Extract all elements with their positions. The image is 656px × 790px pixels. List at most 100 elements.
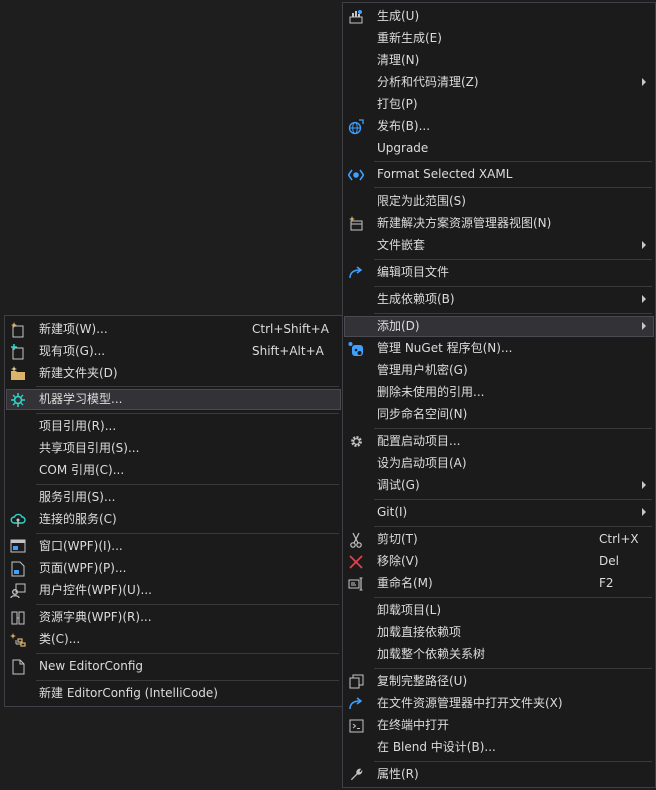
menu-separator (374, 668, 652, 669)
menu-item-remove[interactable]: 移除(V) Del (344, 551, 654, 572)
submenu-item-new-folder[interactable]: 新建文件夹(D) (6, 363, 341, 384)
menu-separator (36, 413, 339, 414)
menu-item-set-startup[interactable]: 设为启动项目(A) (344, 453, 654, 474)
menu-item-label: 加载直接依赖项 (377, 625, 462, 639)
publish-globe-icon (347, 118, 365, 135)
menu-item-publish[interactable]: 发布(B)... (344, 116, 654, 137)
menu-separator (36, 653, 339, 654)
format-xaml-icon (347, 166, 365, 183)
menu-item-load-dependency-tree[interactable]: 加载整个依赖关系树 (344, 644, 654, 665)
new-item-icon (9, 321, 27, 338)
menu-item-clean[interactable]: 清理(N) (344, 50, 654, 71)
submenu-item-class[interactable]: 类(C)... (6, 629, 341, 650)
menu-item-design-in-blend[interactable]: 在 Blend 中设计(B)... (344, 737, 654, 758)
menu-item-label: 新建文件夹(D) (39, 366, 118, 380)
submenu-item-new-item[interactable]: 新建项(W)... Ctrl+Shift+A (6, 319, 341, 340)
menu-item-label: 新建 EditorConfig (IntelliCode) (39, 686, 218, 700)
menu-item-label: 清理(N) (377, 53, 420, 67)
menu-item-label: 文件嵌套 (377, 238, 426, 252)
menu-item-analyze-cleanup[interactable]: 分析和代码清理(Z) (344, 72, 654, 93)
submenu-item-connected-service[interactable]: 连接的服务(C) (6, 509, 341, 530)
menu-item-cut[interactable]: 剪切(T) Ctrl+X (344, 529, 654, 550)
menu-item-upgrade[interactable]: Upgrade (344, 138, 654, 159)
menu-item-git[interactable]: Git(I) (344, 502, 654, 523)
menu-item-debug[interactable]: 调试(G) (344, 475, 654, 496)
menu-item-unload-project[interactable]: 卸载项目(L) (344, 600, 654, 621)
menu-item-open-in-explorer[interactable]: 在文件资源管理器中打开文件夹(X) (344, 693, 654, 714)
menu-item-label: 资源字典(WPF)(R)... (39, 610, 152, 624)
menu-item-open-in-terminal[interactable]: 在终端中打开 (344, 715, 654, 736)
menu-item-scope-to-this[interactable]: 限定为此范围(S) (344, 191, 654, 212)
menu-item-label: COM 引用(C)... (39, 463, 125, 477)
editorconfig-file-icon (9, 658, 27, 675)
menu-item-label: 移除(V) (377, 554, 419, 568)
menu-item-edit-project-file[interactable]: 编辑项目文件 (344, 262, 654, 283)
submenu-item-shared-project-reference[interactable]: 共享项目引用(S)... (6, 438, 341, 459)
menu-item-file-nesting[interactable]: 文件嵌套 (344, 235, 654, 256)
menu-item-rename[interactable]: 重命名(M) F2 (344, 573, 654, 594)
remove-x-icon (347, 553, 365, 570)
shortcut-text: Ctrl+Shift+A (252, 322, 329, 336)
menu-item-label: 连接的服务(C) (39, 512, 117, 526)
menu-item-label: 窗口(WPF)(I)... (39, 539, 123, 553)
submenu-item-new-editorconfig-intellicode[interactable]: 新建 EditorConfig (IntelliCode) (6, 683, 341, 704)
submenu-item-wpf-window[interactable]: 窗口(WPF)(I)... (6, 536, 341, 557)
menu-item-label: 属性(R) (377, 767, 419, 781)
menu-item-remove-unused-references[interactable]: 删除未使用的引用... (344, 382, 654, 403)
submenu-arrow-icon (642, 78, 646, 86)
menu-separator (374, 761, 652, 762)
menu-item-label: 在文件资源管理器中打开文件夹(X) (377, 696, 563, 710)
menu-item-label: 卸载项目(L) (377, 603, 442, 617)
menu-separator (36, 386, 339, 387)
submenu-arrow-icon (642, 508, 646, 516)
menu-item-label: 发布(B)... (377, 119, 431, 133)
gear-icon (347, 433, 365, 450)
menu-item-pack[interactable]: 打包(P) (344, 94, 654, 115)
menu-item-add[interactable]: 添加(D) (344, 316, 654, 337)
menu-item-label: 重新生成(E) (377, 31, 442, 45)
menu-item-copy-full-path[interactable]: 复制完整路径(U) (344, 671, 654, 692)
new-folder-icon (9, 365, 27, 382)
add-submenu: 新建项(W)... Ctrl+Shift+A 现有项(G)... Shift+A… (4, 315, 343, 707)
submenu-arrow-icon (642, 322, 646, 330)
menu-item-build-dependencies[interactable]: 生成依赖项(B) (344, 289, 654, 310)
shortcut-text: Ctrl+X (599, 532, 639, 546)
menu-item-new-solution-view[interactable]: 新建解决方案资源管理器视图(N) (344, 213, 654, 234)
menu-separator (374, 286, 652, 287)
submenu-item-project-reference[interactable]: 项目引用(R)... (6, 416, 341, 437)
menu-item-format-xaml[interactable]: Format Selected XAML (344, 164, 654, 185)
menu-item-label: 打包(P) (377, 97, 418, 111)
menu-item-label: 加载整个依赖关系树 (377, 647, 486, 661)
menu-item-label: Format Selected XAML (377, 167, 513, 181)
menu-item-manage-user-secrets[interactable]: 管理用户机密(G) (344, 360, 654, 381)
menu-item-rebuild[interactable]: 重新生成(E) (344, 28, 654, 49)
menu-item-manage-nuget[interactable]: 管理 NuGet 程序包(N)... (344, 338, 654, 359)
ml-model-icon (9, 391, 27, 408)
menu-item-load-direct-dependencies[interactable]: 加载直接依赖项 (344, 622, 654, 643)
submenu-arrow-icon (642, 295, 646, 303)
copy-icon (347, 673, 365, 690)
menu-item-properties[interactable]: 属性(R) (344, 764, 654, 785)
edit-redo-icon (347, 264, 365, 281)
submenu-item-new-editorconfig[interactable]: New EditorConfig (6, 656, 341, 677)
rename-icon (347, 575, 365, 592)
submenu-item-wpf-user-control[interactable]: 用户控件(WPF)(U)... (6, 580, 341, 601)
new-view-icon (347, 215, 365, 232)
menu-item-label: Upgrade (377, 141, 429, 155)
menu-item-label: 页面(WPF)(P)... (39, 561, 127, 575)
submenu-item-existing-item[interactable]: 现有项(G)... Shift+Alt+A (6, 341, 341, 362)
submenu-item-ml-model[interactable]: 机器学习模型... (6, 389, 341, 410)
menu-item-label: 生成依赖项(B) (377, 292, 455, 306)
menu-item-label: New EditorConfig (39, 659, 144, 673)
menu-item-build[interactable]: 生成(U) (344, 6, 654, 27)
menu-item-configure-startup[interactable]: 配置启动项目... (344, 431, 654, 452)
submenu-item-com-reference[interactable]: COM 引用(C)... (6, 460, 341, 481)
menu-item-label: 管理用户机密(G) (377, 363, 468, 377)
submenu-item-wpf-page[interactable]: 页面(WPF)(P)... (6, 558, 341, 579)
menu-separator (36, 680, 339, 681)
submenu-item-service-reference[interactable]: 服务引用(S)... (6, 487, 341, 508)
menu-item-label: 新建解决方案资源管理器视图(N) (377, 216, 552, 230)
menu-item-label: 共享项目引用(S)... (39, 441, 140, 455)
menu-item-sync-namespaces[interactable]: 同步命名空间(N) (344, 404, 654, 425)
submenu-item-resource-dictionary[interactable]: 资源字典(WPF)(R)... (6, 607, 341, 628)
